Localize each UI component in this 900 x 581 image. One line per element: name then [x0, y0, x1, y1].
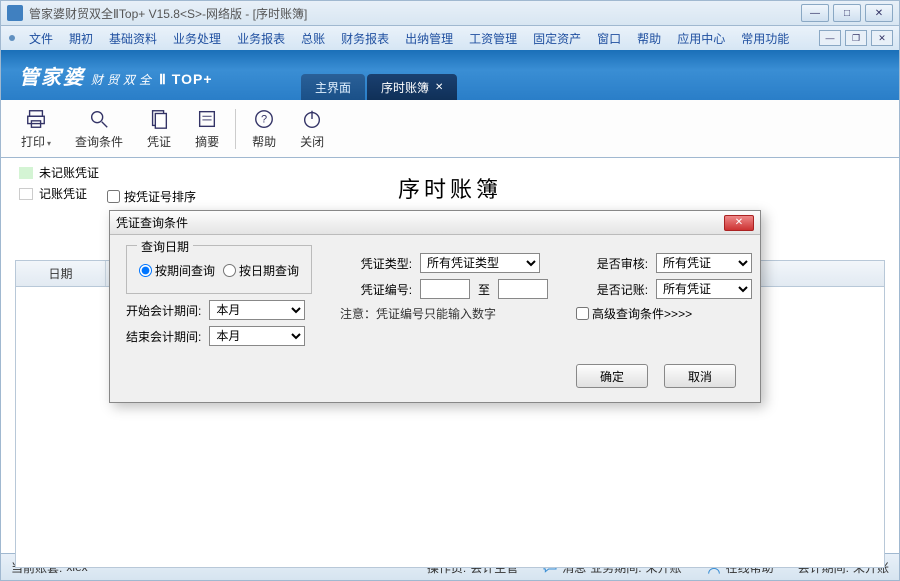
mdi-controls: — ❐ ✕ — [819, 30, 893, 46]
legend-posted: 记账凭证 — [39, 185, 87, 202]
close-doc-button[interactable]: 关闭 — [288, 104, 336, 154]
advanced-checkbox[interactable]: 高级查询条件>>>> — [576, 305, 692, 322]
start-period-select[interactable]: 本月 — [209, 300, 305, 320]
tab-close-icon[interactable]: ✕ — [435, 82, 443, 93]
menu-payroll[interactable]: 工资管理 — [461, 28, 525, 49]
note-text: 注意：凭证编号只能输入数字 — [340, 305, 496, 322]
mdi-close[interactable]: ✕ — [871, 30, 893, 46]
voucher-button[interactable]: 凭证 — [135, 104, 183, 154]
lbl-start: 开始会计期间: — [126, 302, 201, 319]
toolbar: 打印▾ 查询条件 凭证 摘要 ? 帮助 关闭 — [0, 100, 900, 158]
power-icon — [301, 108, 323, 130]
query-button[interactable]: 查询条件 — [63, 104, 135, 154]
dialog-title: 凭证查询条件 — [116, 214, 188, 231]
lbl-audit: 是否审核: — [576, 255, 648, 272]
menu-biz[interactable]: 业务处理 — [165, 28, 229, 49]
mdi-restore[interactable]: ❐ — [845, 30, 867, 46]
help-icon: ? — [253, 108, 275, 130]
brand-logo: 管家婆财贸双全Ⅱ TOP+ — [19, 61, 213, 90]
minimize-button[interactable]: — — [801, 4, 829, 22]
menu-appcenter[interactable]: 应用中心 — [669, 28, 733, 49]
menubar: 文件 期初 基础资料 业务处理 业务报表 总账 财务报表 出纳管理 工资管理 固… — [0, 26, 900, 50]
legend-color-posted — [19, 188, 33, 200]
svg-text:?: ? — [261, 113, 267, 125]
sort-option: 按凭证号排序 — [107, 188, 196, 205]
date-fieldset: 查询日期 按期间查询 按日期查询 — [126, 245, 312, 294]
help-button[interactable]: ? 帮助 — [240, 104, 288, 154]
col-date[interactable]: 日期 — [16, 261, 106, 286]
tab-ledger[interactable]: 序时账簿✕ — [367, 74, 457, 100]
menu-gl[interactable]: 总账 — [293, 28, 333, 49]
menu-common[interactable]: 常用功能 — [733, 28, 797, 49]
menu-assets[interactable]: 固定资产 — [525, 28, 589, 49]
menu-window[interactable]: 窗口 — [589, 28, 629, 49]
audit-select[interactable]: 所有凭证 — [656, 253, 752, 273]
content-area: 未记账凭证 记账凭证 按凭证号排序 序时账簿 日期 凭证查询条件 ✕ 查询日期 … — [0, 158, 900, 553]
tab-main[interactable]: 主界面 — [301, 74, 365, 100]
menu-init[interactable]: 期初 — [61, 28, 101, 49]
voucher-no-to[interactable] — [498, 279, 548, 299]
titlebar: 管家婆财贸双全ⅡTop+ V15.8<S>-网络版 - [序时账簿] — □ ✕ — [0, 0, 900, 26]
query-dialog: 凭证查询条件 ✕ 查询日期 按期间查询 按日期查询 开始会计期间: 本月 — [109, 210, 761, 403]
legend-unposted: 未记账凭证 — [39, 164, 99, 181]
ok-button[interactable]: 确定 — [576, 364, 648, 388]
dialog-titlebar[interactable]: 凭证查询条件 ✕ — [110, 211, 760, 235]
brand-bar: 管家婆财贸双全Ⅱ TOP+ 主界面 序时账簿✕ — [0, 50, 900, 100]
menu-help[interactable]: 帮助 — [629, 28, 669, 49]
legend: 未记账凭证 记账凭证 — [19, 164, 99, 202]
lbl-type: 凭证类型: — [340, 255, 412, 272]
menu-grip-icon — [9, 35, 15, 41]
menu-bizreport[interactable]: 业务报表 — [229, 28, 293, 49]
document-tabs: 主界面 序时账簿✕ — [301, 74, 459, 100]
legend-color-unposted — [19, 167, 33, 179]
dialog-close-button[interactable]: ✕ — [724, 215, 754, 231]
radio-date[interactable]: 按日期查询 — [223, 262, 299, 279]
menu-cash[interactable]: 出纳管理 — [397, 28, 461, 49]
close-button[interactable]: ✕ — [865, 4, 893, 22]
menu-finreport[interactable]: 财务报表 — [333, 28, 397, 49]
lbl-to: 至 — [478, 281, 490, 298]
window-title: 管家婆财贸双全ⅡTop+ V15.8<S>-网络版 - [序时账簿] — [29, 5, 797, 22]
print-icon — [25, 108, 47, 130]
end-period-select[interactable]: 本月 — [209, 326, 305, 346]
toolbar-separator — [235, 109, 236, 149]
menu-file[interactable]: 文件 — [21, 28, 61, 49]
document-icon — [148, 108, 170, 130]
menu-master[interactable]: 基础资料 — [101, 28, 165, 49]
cancel-button[interactable]: 取消 — [664, 364, 736, 388]
app-icon — [7, 5, 23, 21]
sort-checkbox[interactable] — [107, 190, 120, 203]
search-icon — [88, 108, 110, 130]
lbl-no: 凭证编号: — [340, 281, 412, 298]
mdi-minimize[interactable]: — — [819, 30, 841, 46]
print-button[interactable]: 打印▾ — [9, 104, 63, 154]
lbl-posted: 是否记账: — [576, 281, 648, 298]
voucher-type-select[interactable]: 所有凭证类型 — [420, 253, 540, 273]
lbl-end: 结束会计期间: — [126, 328, 201, 345]
date-legend: 查询日期 — [137, 238, 193, 255]
radio-period[interactable]: 按期间查询 — [139, 262, 215, 279]
maximize-button[interactable]: □ — [833, 4, 861, 22]
posted-select[interactable]: 所有凭证 — [656, 279, 752, 299]
summary-button[interactable]: 摘要 — [183, 104, 231, 154]
summary-icon — [196, 108, 218, 130]
voucher-no-from[interactable] — [420, 279, 470, 299]
